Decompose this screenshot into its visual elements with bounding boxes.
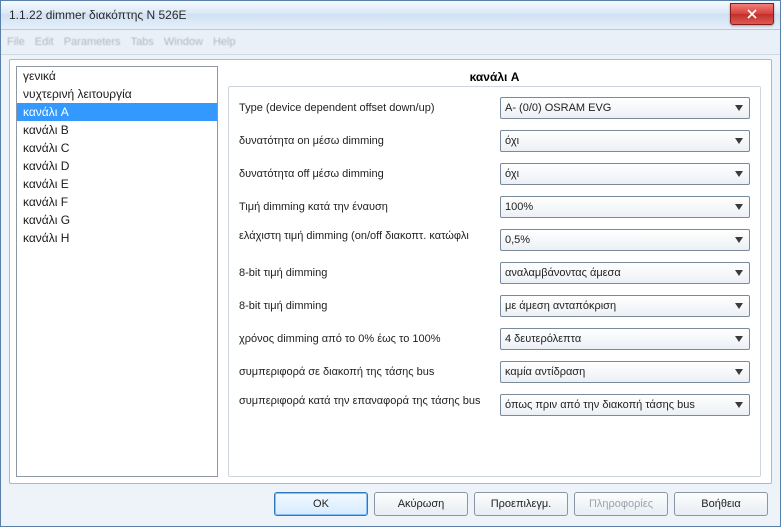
field-combo[interactable]: καμία αντίδραση bbox=[500, 361, 750, 383]
chevron-down-icon bbox=[731, 363, 747, 381]
field-value: A- (0/0) OSRAM EVG bbox=[505, 102, 611, 114]
form-row: χρόνος dimming από το 0% έως το 100% 4 δε… bbox=[239, 328, 750, 350]
form-row: δυνατότητα on μέσω dimming όχι bbox=[239, 130, 750, 152]
field-label: δυνατότητα off μέσω dimming bbox=[239, 167, 500, 181]
form-row: συμπεριφορά σε διακοπή της τάσης bus καμί… bbox=[239, 361, 750, 383]
menubar: File Edit Parameters Tabs Window Help bbox=[1, 30, 780, 55]
cancel-button[interactable]: Ακύρωση bbox=[374, 492, 468, 516]
sidebar[interactable]: γενικάνυχτερινή λειτουργίακανάλι Aκανάλι… bbox=[16, 66, 218, 477]
field-label: 8-bit τιμή dimming bbox=[239, 299, 500, 313]
field-combo[interactable]: όχι bbox=[500, 163, 750, 185]
field-value: 4 δευτερόλεπτα bbox=[505, 333, 581, 345]
field-label: συμπεριφορά κατά την επαναφορά της τάσης… bbox=[239, 394, 500, 408]
sidebar-item[interactable]: νυχτερινή λειτουργία bbox=[17, 85, 217, 103]
client-area: γενικάνυχτερινή λειτουργίακανάλι Aκανάλι… bbox=[1, 55, 780, 526]
field-label: δυνατότητα on μέσω dimming bbox=[239, 134, 500, 148]
help-button[interactable]: Βοήθεια bbox=[674, 492, 768, 516]
info-label: Πληροφορίες bbox=[589, 498, 653, 510]
form-row: 8-bit τιμή dimming με άμεση ανταπόκριση bbox=[239, 295, 750, 317]
field-value: αναλαμβάνοντας άμεσα bbox=[505, 267, 621, 279]
chevron-down-icon bbox=[731, 264, 747, 282]
ok-label: OK bbox=[313, 498, 329, 510]
panel: γενικάνυχτερινή λειτουργίακανάλι Aκανάλι… bbox=[9, 59, 772, 484]
menu-item[interactable]: Parameters bbox=[64, 36, 121, 48]
default-label: Προεπιλεγμ. bbox=[491, 498, 552, 510]
menu-item[interactable]: Tabs bbox=[131, 36, 154, 48]
field-combo[interactable]: με άμεση ανταπόκριση bbox=[500, 295, 750, 317]
sidebar-item[interactable]: κανάλι B bbox=[17, 121, 217, 139]
field-combo[interactable]: 0,5% bbox=[500, 229, 750, 251]
form-area: Type (device dependent offset down/up) A-… bbox=[228, 86, 761, 477]
field-value: καμία αντίδραση bbox=[505, 366, 585, 378]
form-row: συμπεριφορά κατά την επαναφορά της τάσης… bbox=[239, 394, 750, 416]
window-title: 1.1.22 dimmer διακόπτης N 526E bbox=[9, 8, 187, 22]
cancel-label: Ακύρωση bbox=[398, 498, 445, 510]
info-button: Πληροφορίες bbox=[574, 492, 668, 516]
chevron-down-icon bbox=[731, 198, 747, 216]
footer: OK Ακύρωση Προεπιλεγμ. Πληροφορίες Βοήθε… bbox=[9, 484, 772, 518]
form-row: δυνατότητα off μέσω dimming όχι bbox=[239, 163, 750, 185]
close-icon bbox=[747, 9, 757, 19]
menu-item[interactable]: Window bbox=[164, 36, 203, 48]
field-value: 100% bbox=[505, 201, 533, 213]
field-value: όχι bbox=[505, 135, 519, 147]
field-value: με άμεση ανταπόκριση bbox=[505, 300, 616, 312]
field-combo[interactable]: όχι bbox=[500, 130, 750, 152]
sidebar-item[interactable]: κανάλι G bbox=[17, 211, 217, 229]
titlebar: 1.1.22 dimmer διακόπτης N 526E bbox=[1, 1, 780, 30]
chevron-down-icon bbox=[731, 396, 747, 414]
field-label: Type (device dependent offset down/up) bbox=[239, 101, 500, 115]
chevron-down-icon bbox=[731, 297, 747, 315]
field-combo[interactable]: A- (0/0) OSRAM EVG bbox=[500, 97, 750, 119]
close-button[interactable] bbox=[730, 3, 774, 25]
form-row: 8-bit τιμή dimming αναλαμβάνοντας άμεσα bbox=[239, 262, 750, 284]
menu-item[interactable]: File bbox=[7, 36, 25, 48]
help-label: Βοήθεια bbox=[701, 498, 740, 510]
sidebar-item[interactable]: κανάλι F bbox=[17, 193, 217, 211]
sidebar-item[interactable]: κανάλι C bbox=[17, 139, 217, 157]
field-label: χρόνος dimming από το 0% έως το 100% bbox=[239, 332, 500, 346]
main: κανάλι A Type (device dependent offset d… bbox=[224, 60, 771, 483]
chevron-down-icon bbox=[731, 99, 747, 117]
field-value: όπως πριν από την διακοπή τάσης bus bbox=[505, 399, 695, 411]
sidebar-item[interactable]: κανάλι D bbox=[17, 157, 217, 175]
sidebar-item[interactable]: γενικά bbox=[17, 67, 217, 85]
form-row: ελάχιστη τιμή dimming (on/off διακοπτ. κ… bbox=[239, 229, 750, 251]
form-row: Τιμή dimming κατά την έναυση 100% bbox=[239, 196, 750, 218]
menu-item[interactable]: Edit bbox=[35, 36, 54, 48]
field-value: 0,5% bbox=[505, 234, 530, 246]
field-combo[interactable]: 100% bbox=[500, 196, 750, 218]
ok-button[interactable]: OK bbox=[274, 492, 368, 516]
form-row: Type (device dependent offset down/up) A-… bbox=[239, 97, 750, 119]
field-label: ελάχιστη τιμή dimming (on/off διακοπτ. κ… bbox=[239, 229, 500, 243]
chevron-down-icon bbox=[731, 165, 747, 183]
field-label: 8-bit τιμή dimming bbox=[239, 266, 500, 280]
page-title: κανάλι A bbox=[228, 66, 761, 86]
field-combo[interactable]: 4 δευτερόλεπτα bbox=[500, 328, 750, 350]
field-combo[interactable]: αναλαμβάνοντας άμεσα bbox=[500, 262, 750, 284]
window: 1.1.22 dimmer διακόπτης N 526E File Edit… bbox=[0, 0, 781, 527]
sidebar-item[interactable]: κανάλι E bbox=[17, 175, 217, 193]
field-combo[interactable]: όπως πριν από την διακοπή τάσης bus bbox=[500, 394, 750, 416]
field-label: Τιμή dimming κατά την έναυση bbox=[239, 200, 500, 214]
chevron-down-icon bbox=[731, 132, 747, 150]
sidebar-item[interactable]: κανάλι A bbox=[17, 103, 217, 121]
menu-item[interactable]: Help bbox=[213, 36, 236, 48]
default-button[interactable]: Προεπιλεγμ. bbox=[474, 492, 568, 516]
chevron-down-icon bbox=[731, 330, 747, 348]
sidebar-item[interactable]: κανάλι H bbox=[17, 229, 217, 247]
field-label: συμπεριφορά σε διακοπή της τάσης bus bbox=[239, 365, 500, 379]
chevron-down-icon bbox=[731, 231, 747, 249]
field-value: όχι bbox=[505, 168, 519, 180]
